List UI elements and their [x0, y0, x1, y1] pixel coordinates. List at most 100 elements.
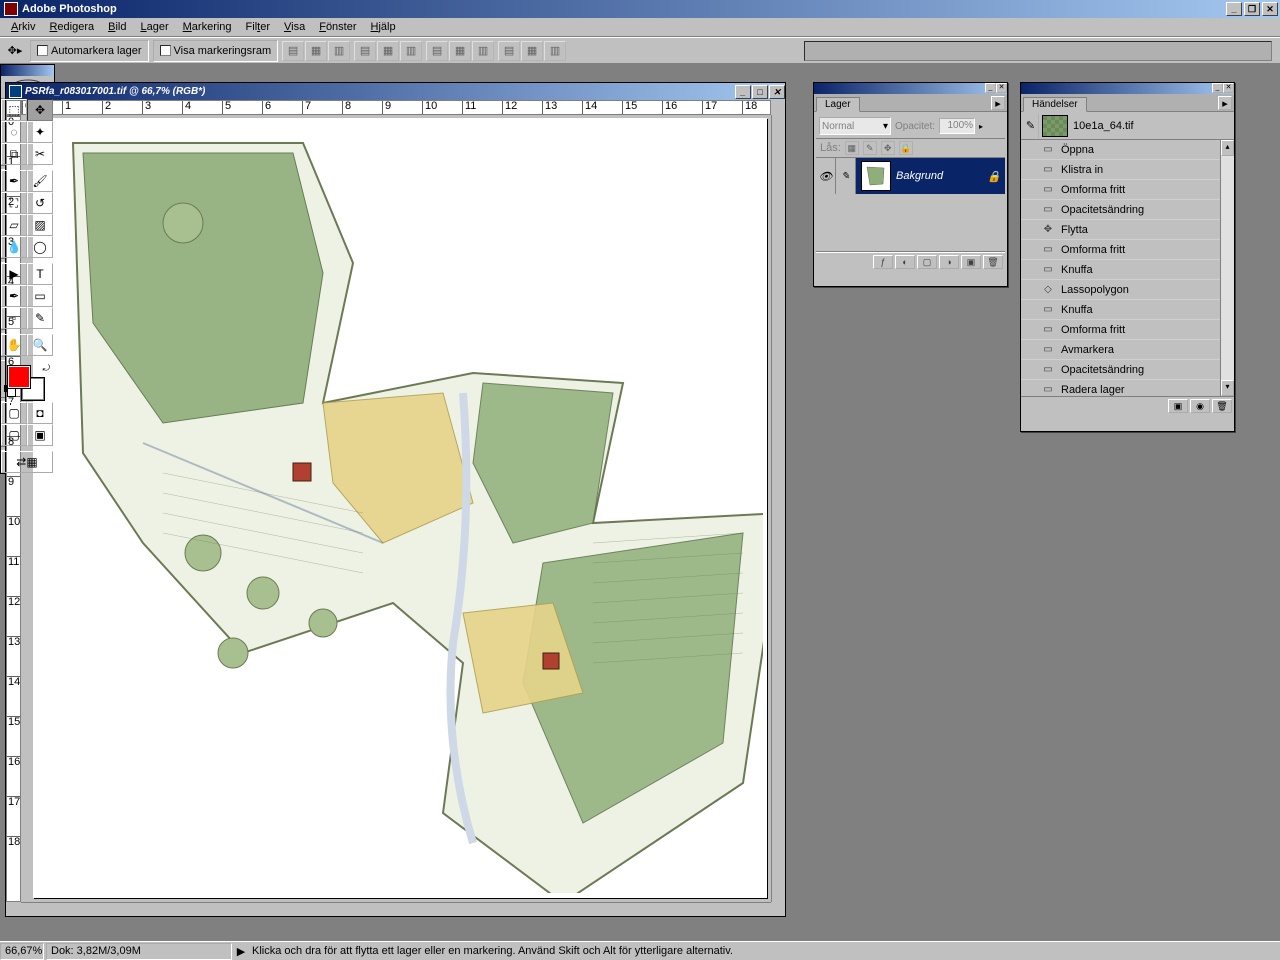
layer-visibility-toggle[interactable]: 👁 — [816, 158, 836, 194]
dist-btn-5[interactable]: ▦ — [521, 41, 543, 61]
layers-menu-button[interactable]: ▸ — [991, 96, 1005, 110]
tool-wand[interactable]: ✦ — [27, 121, 53, 143]
align-btn-3[interactable]: ▥ — [328, 41, 350, 61]
jump-to-imageready[interactable]: ⇄▦ — [1, 451, 53, 473]
lock-all-button[interactable]: 🔒 — [899, 141, 913, 155]
menu-lager[interactable]: Lager — [133, 20, 175, 34]
canvas-page[interactable] — [33, 118, 767, 898]
lock-transparent-button[interactable]: ▦ — [845, 141, 859, 155]
tool-pen[interactable]: ✒ — [1, 285, 27, 307]
doc-scrollbar-horizontal[interactable] — [21, 902, 771, 916]
tool-zoom[interactable]: 🔍 — [27, 334, 53, 356]
tool-stamp[interactable]: ⛶ — [1, 192, 27, 214]
history-snapshot[interactable]: ✎ 10e1a_64.tif — [1021, 112, 1234, 140]
menu-hjalp[interactable]: Hjälp — [364, 20, 403, 34]
dist-btn-1[interactable]: ▤ — [426, 41, 448, 61]
layer-link-toggle[interactable]: ✎ — [836, 158, 856, 194]
history-item[interactable]: ◇Lassopolygon — [1021, 280, 1220, 300]
layer-adjust-button[interactable]: ◑ — [939, 255, 959, 269]
history-item[interactable]: ▭Opacitetsändring — [1021, 200, 1220, 220]
layers-tab[interactable]: Lager — [816, 97, 860, 112]
history-item[interactable]: ✥Flytta — [1021, 220, 1220, 240]
history-menu-button[interactable]: ▸ — [1218, 96, 1232, 110]
doc-close-button[interactable]: ✕ — [769, 85, 785, 99]
maximize-button[interactable]: ❐ — [1244, 2, 1260, 16]
dist-btn-6[interactable]: ▥ — [544, 41, 566, 61]
tool-crop[interactable]: ⧉ — [1, 143, 27, 165]
history-snapshot-button[interactable]: ◉ — [1190, 399, 1210, 413]
foreground-color[interactable] — [7, 365, 31, 389]
minimize-button[interactable]: _ — [1226, 2, 1242, 16]
dist-btn-2[interactable]: ▦ — [449, 41, 471, 61]
menu-fonster[interactable]: Fönster — [312, 20, 363, 34]
history-item[interactable]: ▭Knuffa — [1021, 260, 1220, 280]
history-item[interactable]: ▭Omforma fritt — [1021, 240, 1220, 260]
align-btn-1[interactable]: ▤ — [282, 41, 304, 61]
tool-brush[interactable]: 🖌 — [27, 170, 53, 192]
tool-eyedropper[interactable]: ✎ — [27, 307, 53, 329]
status-menu-arrow[interactable]: ▶ — [234, 945, 248, 958]
align-btn-6[interactable]: ▥ — [400, 41, 422, 61]
swap-colors-icon[interactable]: ⤾ — [43, 363, 51, 374]
history-scrollbar[interactable] — [1220, 140, 1234, 396]
history-close-button[interactable]: ✕ — [1223, 83, 1234, 93]
lock-image-button[interactable]: ✎ — [863, 141, 877, 155]
layers-minimize-button[interactable]: _ — [985, 83, 996, 93]
mode-standard[interactable]: ▢ — [1, 402, 27, 424]
tool-history-brush[interactable]: ↺ — [27, 192, 53, 214]
align-btn-5[interactable]: ▦ — [377, 41, 399, 61]
opacity-value[interactable]: 100% — [939, 118, 975, 134]
history-item[interactable]: ▭Avmarkera — [1021, 340, 1220, 360]
layer-new-button[interactable]: ▣ — [961, 255, 981, 269]
layer-thumbnail[interactable] — [861, 161, 891, 191]
layer-folder-button[interactable]: ▢ — [917, 255, 937, 269]
tool-airbrush[interactable]: ✒ — [1, 170, 27, 192]
history-source-icon[interactable]: ✎ — [1023, 114, 1039, 138]
layer-delete-button[interactable]: 🗑 — [983, 255, 1003, 269]
history-newdoc-button[interactable]: ▣ — [1168, 399, 1188, 413]
tool-move[interactable]: ✥ — [27, 99, 53, 121]
screen-standard[interactable]: ▢ — [1, 424, 27, 446]
opacity-arrow-icon[interactable]: ▸ — [979, 122, 983, 131]
tool-lasso[interactable]: ◌ — [1, 121, 27, 143]
history-item[interactable]: ▭Öppna — [1021, 140, 1220, 160]
tool-marquee[interactable]: ⬚ — [1, 99, 27, 121]
history-minimize-button[interactable]: _ — [1212, 83, 1223, 93]
history-item[interactable]: ▭Omforma fritt — [1021, 180, 1220, 200]
document-titlebar[interactable]: PSRfa_r083017001.tif @ 66,7% (RGB*) _ □ … — [6, 83, 785, 100]
menu-markering[interactable]: Markering — [176, 20, 239, 34]
layers-panel-bar[interactable]: _ ✕ — [814, 83, 1007, 94]
layer-row[interactable]: 👁 ✎ Bakgrund 🔒 — [816, 158, 1005, 194]
history-item[interactable]: ▭Klistra in — [1021, 160, 1220, 180]
history-tab[interactable]: Händelser — [1023, 97, 1087, 112]
ruler-horizontal[interactable]: 012345678910111213141516171819 — [21, 100, 771, 115]
tool-eraser[interactable]: ▱ — [1, 214, 27, 236]
layer-style-button[interactable]: ƒ — [873, 255, 893, 269]
show-bounds-checkbox[interactable] — [160, 45, 171, 56]
layer-mask-button[interactable]: ◐ — [895, 255, 915, 269]
history-item[interactable]: ▭Opacitetsändring — [1021, 360, 1220, 380]
lock-position-button[interactable]: ✥ — [881, 141, 895, 155]
tool-hand[interactable]: ✋ — [1, 334, 27, 356]
close-button[interactable]: ✕ — [1262, 2, 1278, 16]
doc-maximize-button[interactable]: □ — [752, 85, 768, 99]
tool-blur[interactable]: 💧 — [1, 236, 27, 258]
history-delete-button[interactable]: 🗑 — [1212, 399, 1232, 413]
tool-notes[interactable]: ▫ — [1, 307, 27, 329]
menu-redigera[interactable]: Redigera — [42, 20, 101, 34]
layers-close-button[interactable]: ✕ — [996, 83, 1007, 93]
tool-path[interactable]: ▶ — [1, 263, 27, 285]
dist-btn-3[interactable]: ▥ — [472, 41, 494, 61]
auto-select-checkbox[interactable] — [37, 45, 48, 56]
history-item[interactable]: ▭Omforma fritt — [1021, 320, 1220, 340]
history-item[interactable]: ▭Knuffa — [1021, 300, 1220, 320]
mode-quickmask[interactable]: ◘ — [27, 402, 53, 424]
menu-arkiv[interactable]: Arkiv — [4, 20, 42, 34]
tool-gradient[interactable]: ▨ — [27, 214, 53, 236]
align-btn-2[interactable]: ▦ — [305, 41, 327, 61]
history-item[interactable]: ▭Radera lager — [1021, 380, 1220, 396]
tool-type[interactable]: T — [27, 263, 53, 285]
history-panel-bar[interactable]: _ ✕ — [1021, 83, 1234, 94]
tool-slice[interactable]: ✂ — [27, 143, 53, 165]
toolbox-bar[interactable] — [1, 65, 54, 76]
